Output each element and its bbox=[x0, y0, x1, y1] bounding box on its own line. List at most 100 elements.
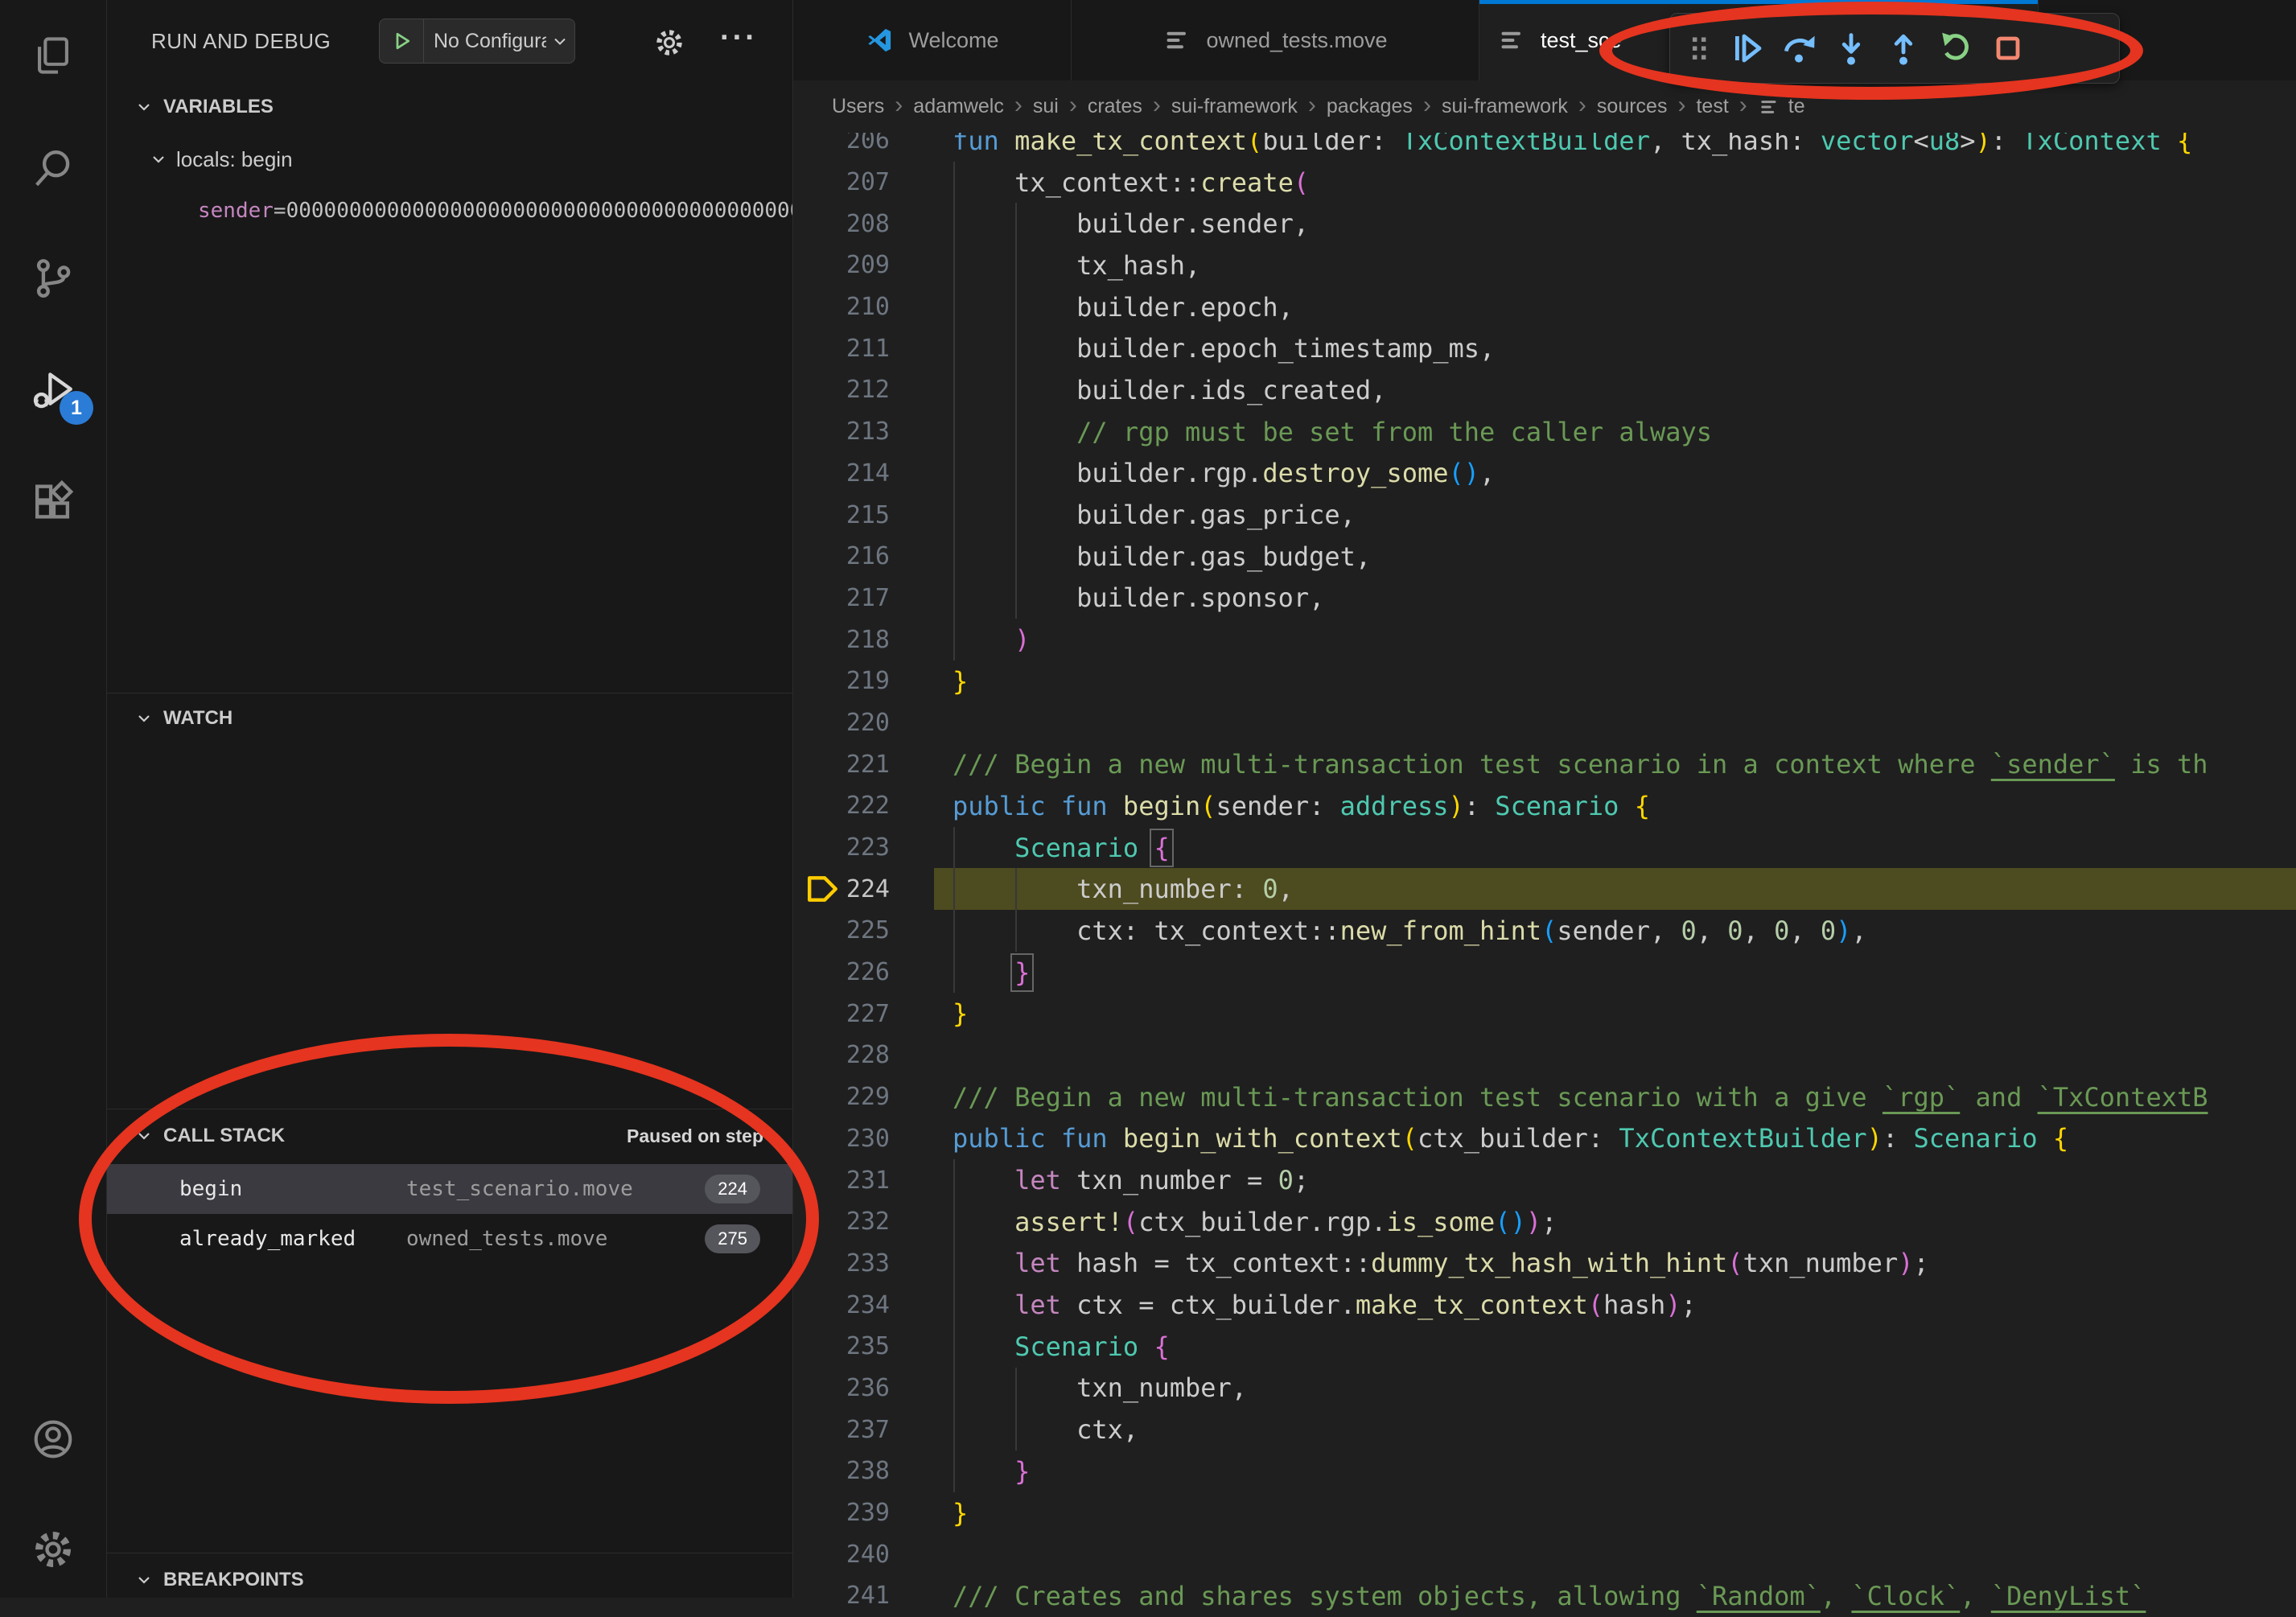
breakpoint-gutter[interactable] bbox=[793, 910, 840, 952]
line-number[interactable]: 208 bbox=[840, 210, 890, 238]
stop-button[interactable] bbox=[1981, 22, 2034, 75]
breakpoint-gutter[interactable] bbox=[793, 203, 840, 245]
code-line-214[interactable]: 214 builder.rgp.destroy_some(), bbox=[793, 453, 2296, 495]
locals-scope-row[interactable]: locals: begin bbox=[107, 137, 792, 182]
tab-owned-tests-move[interactable]: owned_tests.move bbox=[1072, 0, 1479, 80]
line-number[interactable]: 223 bbox=[840, 833, 890, 862]
line-number[interactable]: 210 bbox=[840, 293, 890, 321]
line-number[interactable]: 209 bbox=[840, 251, 890, 279]
run-and-debug-icon[interactable]: 1 bbox=[0, 351, 106, 431]
breakpoint-gutter[interactable] bbox=[793, 993, 840, 1035]
code-line-230[interactable]: 230public fun begin_with_context(ctx_bui… bbox=[793, 1118, 2296, 1160]
breadcrumb-item[interactable]: packages bbox=[1327, 95, 1413, 118]
code-line-231[interactable]: 231 let txn_number = 0; bbox=[793, 1159, 2296, 1201]
code-line-237[interactable]: 237 ctx, bbox=[793, 1409, 2296, 1450]
line-number[interactable]: 235 bbox=[840, 1332, 890, 1360]
code-line-228[interactable]: 228 bbox=[793, 1035, 2296, 1076]
code-line-213[interactable]: 213 // rgp must be set from the caller a… bbox=[793, 411, 2296, 453]
breadcrumb-item[interactable]: adamwelc bbox=[913, 95, 1004, 118]
watch-section-header[interactable]: WATCH bbox=[107, 696, 792, 741]
breakpoint-gutter[interactable] bbox=[793, 1368, 840, 1409]
code-line-225[interactable]: 225 ctx: tx_context::new_from_hint(sende… bbox=[793, 910, 2296, 952]
code-line-208[interactable]: 208 builder.sender, bbox=[793, 203, 2296, 245]
breakpoint-gutter[interactable] bbox=[793, 1201, 840, 1243]
breakpoint-gutter[interactable] bbox=[793, 286, 840, 328]
breakpoint-gutter[interactable] bbox=[793, 327, 840, 369]
drag-handle-icon[interactable] bbox=[1678, 31, 1720, 66]
breakpoint-gutter[interactable] bbox=[793, 162, 840, 204]
line-number[interactable]: 217 bbox=[840, 584, 890, 612]
step-out-button[interactable] bbox=[1877, 22, 1929, 75]
code-line-235[interactable]: 235 Scenario { bbox=[793, 1326, 2296, 1368]
line-number[interactable]: 231 bbox=[840, 1166, 890, 1195]
line-number[interactable]: 219 bbox=[840, 667, 890, 695]
code-line-217[interactable]: 217 builder.sponsor, bbox=[793, 578, 2296, 619]
line-number[interactable]: 222 bbox=[840, 792, 890, 820]
extensions-icon[interactable] bbox=[0, 462, 106, 542]
line-number[interactable]: 221 bbox=[840, 751, 890, 779]
variable-row-sender[interactable]: sender = 0000000000000000000000000000000… bbox=[198, 190, 792, 232]
code-line-209[interactable]: 209 tx_hash, bbox=[793, 245, 2296, 286]
code-line-207[interactable]: 207 tx_context::create( bbox=[793, 162, 2296, 204]
line-number[interactable]: 216 bbox=[840, 542, 890, 570]
line-number[interactable]: 212 bbox=[840, 376, 890, 404]
code-line-227[interactable]: 227} bbox=[793, 993, 2296, 1035]
source-control-icon[interactable] bbox=[0, 238, 106, 319]
code-line-221[interactable]: 221/// Begin a new multi-transaction tes… bbox=[793, 743, 2296, 785]
line-number[interactable]: 218 bbox=[840, 626, 890, 654]
breakpoint-gutter[interactable] bbox=[793, 1450, 840, 1492]
code-line-236[interactable]: 236 txn_number, bbox=[793, 1368, 2296, 1409]
line-number[interactable]: 237 bbox=[840, 1416, 890, 1444]
chevron-down-icon[interactable] bbox=[134, 1126, 154, 1146]
breadcrumb-item[interactable]: test bbox=[1696, 95, 1728, 118]
breakpoint-gutter[interactable] bbox=[793, 1533, 840, 1575]
breakpoint-gutter[interactable] bbox=[793, 702, 840, 744]
current-line-marker[interactable] bbox=[793, 868, 840, 910]
breakpoint-gutter[interactable] bbox=[793, 1118, 840, 1160]
breakpoint-gutter[interactable] bbox=[793, 827, 840, 869]
code-line-220[interactable]: 220 bbox=[793, 702, 2296, 744]
code-line-215[interactable]: 215 builder.gas_price, bbox=[793, 494, 2296, 536]
variables-section-header[interactable]: VARIABLES bbox=[107, 84, 792, 130]
line-number[interactable]: 211 bbox=[840, 335, 890, 363]
breakpoint-gutter[interactable] bbox=[793, 369, 840, 411]
code-line-212[interactable]: 212 builder.ids_created, bbox=[793, 369, 2296, 411]
breakpoint-gutter[interactable] bbox=[793, 494, 840, 536]
line-number[interactable]: 226 bbox=[840, 958, 890, 986]
call-stack-frame-already_marked[interactable]: already_markedowned_tests.move275 bbox=[107, 1214, 792, 1264]
step-into-button[interactable] bbox=[1825, 22, 1877, 75]
line-number[interactable]: 214 bbox=[840, 459, 890, 488]
line-number[interactable]: 230 bbox=[840, 1125, 890, 1153]
line-number[interactable]: 234 bbox=[840, 1291, 890, 1319]
breakpoint-gutter[interactable] bbox=[793, 619, 840, 660]
code-line-239[interactable]: 239} bbox=[793, 1492, 2296, 1534]
line-number[interactable]: 220 bbox=[840, 709, 890, 737]
start-debug-button[interactable] bbox=[380, 19, 424, 63]
breakpoint-gutter[interactable] bbox=[793, 1326, 840, 1368]
line-number[interactable]: 213 bbox=[840, 418, 890, 446]
code-line-226[interactable]: 226 } bbox=[793, 952, 2296, 994]
breadcrumb-item[interactable]: Users bbox=[832, 95, 884, 118]
line-number[interactable]: 229 bbox=[840, 1083, 890, 1111]
code-line-229[interactable]: 229/// Begin a new multi-transaction tes… bbox=[793, 1076, 2296, 1118]
breakpoint-gutter[interactable] bbox=[793, 411, 840, 453]
breadcrumb-file[interactable]: te bbox=[1758, 95, 1805, 118]
line-number[interactable]: 238 bbox=[840, 1457, 890, 1485]
line-number[interactable]: 232 bbox=[840, 1208, 890, 1236]
more-actions-icon[interactable]: ··· bbox=[720, 21, 758, 56]
breadcrumb-item[interactable]: crates bbox=[1088, 95, 1142, 118]
line-number[interactable]: 225 bbox=[840, 916, 890, 944]
tab-welcome[interactable]: Welcome bbox=[793, 0, 1072, 80]
restart-button[interactable] bbox=[1929, 22, 1981, 75]
settings-gear-icon[interactable] bbox=[0, 1509, 106, 1590]
line-number[interactable]: 241 bbox=[840, 1582, 890, 1610]
breakpoint-gutter[interactable] bbox=[793, 785, 840, 827]
code-line-216[interactable]: 216 builder.gas_budget, bbox=[793, 536, 2296, 578]
breakpoint-gutter[interactable] bbox=[793, 1159, 840, 1201]
breadcrumb-item[interactable]: sui-framework bbox=[1171, 95, 1298, 118]
code-line-210[interactable]: 210 builder.epoch, bbox=[793, 286, 2296, 328]
line-number[interactable]: 236 bbox=[840, 1374, 890, 1402]
code-line-233[interactable]: 233 let hash = tx_context::dummy_tx_hash… bbox=[793, 1243, 2296, 1285]
code-line-232[interactable]: 232 assert!(ctx_builder.rgp.is_some()); bbox=[793, 1201, 2296, 1243]
line-number[interactable]: 233 bbox=[840, 1249, 890, 1278]
